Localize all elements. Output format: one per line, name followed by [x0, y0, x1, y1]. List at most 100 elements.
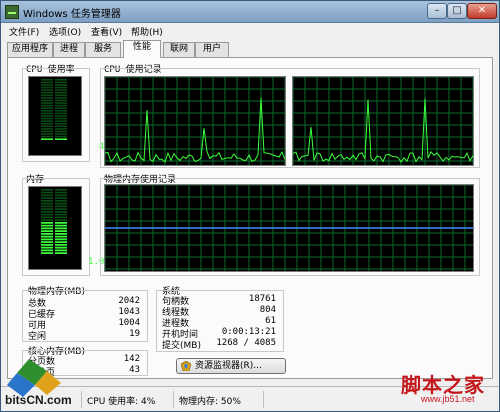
meter-segment [41, 194, 53, 197]
stat-value: 142 [123, 354, 140, 364]
status-memory-usage: 物理内存: 50% [179, 397, 241, 407]
meter-segment [41, 112, 53, 115]
meter-segment [41, 125, 53, 128]
tab-networking[interactable]: 联网 [163, 42, 195, 57]
meter-segment [41, 235, 53, 238]
tab-performance[interactable]: 性能 [123, 40, 161, 58]
meter-segment [55, 230, 67, 232]
meter-segment [55, 120, 67, 122]
meter-segment [41, 86, 53, 89]
menu-bar: 文件(F) 选项(O) 查看(V) 帮助(H) [1, 23, 499, 39]
status-cpu-usage: CPU 使用率: 4% [87, 397, 156, 407]
meter-segment [55, 216, 67, 219]
performance-panel: CPU 使用率 4 % CPU 使用记录 内存 1.01 GB 物理内存使用记录… [7, 57, 493, 379]
meter-segment [55, 246, 67, 249]
meter-segment [41, 130, 53, 133]
meter-segment [41, 104, 53, 107]
meter-segment [55, 130, 67, 133]
cpu-usage-meter: 4 % [28, 76, 115, 156]
meter-segment [41, 211, 53, 213]
maximize-button[interactable]: □ [447, 3, 467, 19]
meter-segment [55, 91, 67, 94]
meter-segment [41, 122, 53, 125]
meter-segment [55, 135, 67, 138]
meter-segment [41, 216, 53, 219]
stat-value: 1268 / 4085 [216, 338, 276, 348]
stat-value: 61 [265, 316, 276, 326]
meter-segment [55, 81, 67, 84]
meter-segment [55, 79, 67, 81]
meter-segment [41, 89, 53, 91]
stat-value: 43 [129, 365, 140, 375]
meter-segment [41, 227, 53, 230]
meter-segment [41, 120, 53, 122]
meter-segment [41, 197, 53, 199]
cpu-history-graph-core-2 [292, 76, 474, 166]
meter-segment [41, 97, 53, 99]
meter-segment [41, 205, 53, 208]
meter-segment [55, 202, 67, 205]
tab-services[interactable]: 服务 [85, 42, 121, 57]
title-bar[interactable]: Windows 任务管理器 – □ ✕ [1, 1, 499, 23]
stat-value: 0:00:13:21 [221, 327, 276, 337]
meter-segment [55, 99, 67, 102]
stat-value: 18761 [248, 294, 276, 304]
meter-segment [55, 133, 67, 135]
menu-help[interactable]: 帮助(H) [131, 25, 163, 38]
window-title: Windows 任务管理器 [23, 9, 121, 20]
meter-segment [55, 227, 67, 230]
meter-segment [41, 230, 53, 232]
meter-segment [55, 102, 67, 104]
stat-value: 19 [129, 329, 140, 339]
meter-segment [41, 135, 53, 138]
meter-segment [41, 213, 53, 216]
menu-file[interactable]: 文件(F) [9, 25, 39, 38]
meter-segment [55, 200, 67, 202]
meter-segment [55, 86, 67, 89]
cpu-trace [293, 98, 473, 163]
meter-segment [41, 110, 53, 112]
meter-segment [41, 246, 53, 249]
meter-segment [41, 202, 53, 205]
meter-segment [55, 224, 67, 227]
resource-monitor-button[interactable]: 资源监视器(R)... [176, 358, 286, 374]
stat-value: 1004 [118, 318, 140, 328]
meter-segment [55, 244, 67, 246]
status-separator [263, 391, 264, 408]
meter-segment [41, 252, 53, 254]
menu-view[interactable]: 查看(V) [91, 25, 122, 38]
meter-segment [55, 97, 67, 99]
meter-segment [55, 122, 67, 125]
meter-segment [55, 94, 67, 97]
stat-value: 1043 [118, 307, 140, 317]
task-manager-window: Windows 任务管理器 – □ ✕ 文件(F) 选项(O) 查看(V) 帮助… [0, 0, 500, 412]
meter-segment [41, 249, 53, 252]
cpu-trace [105, 97, 285, 163]
menu-options[interactable]: 选项(O) [49, 25, 81, 38]
minimize-button[interactable]: – [427, 3, 447, 19]
tab-processes[interactable]: 进程 [53, 42, 85, 57]
meter-segment [41, 233, 53, 235]
meter-segment [55, 138, 67, 140]
tab-applications[interactable]: 应用程序 [7, 42, 53, 57]
close-button[interactable]: ✕ [467, 3, 497, 19]
meter-segment [55, 107, 67, 109]
meter-segment [41, 117, 53, 120]
meter-segment [55, 252, 67, 254]
meter-segment [55, 117, 67, 120]
meter-segment [55, 219, 67, 221]
meter-segment [55, 189, 67, 191]
meter-segment [41, 99, 53, 102]
meter-segment [55, 238, 67, 241]
meter-segment [55, 233, 67, 235]
meter-segment [55, 125, 67, 128]
meter-segment [41, 79, 53, 81]
tab-users[interactable]: 用户 [195, 42, 229, 57]
memory-meter-bars [41, 189, 67, 254]
stat-label: 空闲 [28, 332, 47, 342]
meter-segment [41, 133, 53, 135]
meter-segment [55, 84, 67, 86]
resource-monitor-label: 资源监视器(R)... [195, 361, 262, 371]
stat-label: 提交(MB) [162, 341, 201, 351]
meter-segment [41, 208, 53, 210]
